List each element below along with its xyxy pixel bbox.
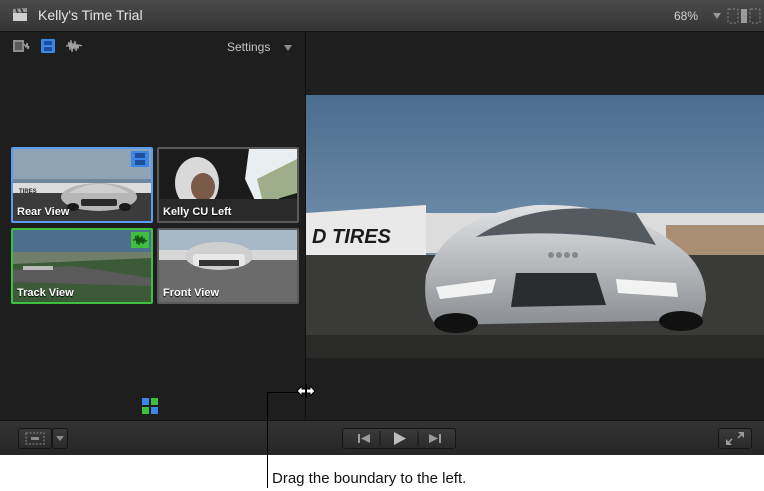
- layout-menu-button[interactable]: [52, 428, 68, 449]
- next-edit-icon[interactable]: [429, 434, 441, 443]
- angle-layout-button[interactable]: [18, 428, 52, 449]
- audio-only-icon[interactable]: [65, 38, 83, 54]
- angle-bank-icon[interactable]: [142, 398, 158, 414]
- angle-tile-kelly-cu-left[interactable]: Kelly CU Left: [157, 147, 299, 223]
- fullscreen-button[interactable]: [718, 428, 752, 449]
- angle-toolbar: Settings: [0, 32, 305, 60]
- layout-icon: [25, 432, 45, 445]
- angle-label: Rear View: [17, 206, 70, 218]
- previous-edit-icon[interactable]: [358, 434, 370, 443]
- video-only-icon[interactable]: [39, 38, 57, 54]
- zoom-level[interactable]: 68%: [674, 9, 698, 23]
- angle-label: Track View: [17, 287, 74, 299]
- angle-tile-front-view[interactable]: Front View: [157, 228, 299, 304]
- settings-menu[interactable]: Settings: [227, 40, 270, 54]
- viewer-bottom-bar: [0, 420, 764, 455]
- viewer-frame: D TIRES: [306, 95, 764, 358]
- angle-tile-rear-view[interactable]: TIRES Rear View: [11, 147, 153, 223]
- video-audio-switch-icon[interactable]: [12, 38, 30, 54]
- filmstrip-icon: [131, 151, 149, 167]
- clapperboard-icon: [13, 8, 27, 21]
- fullscreen-icon: [726, 432, 744, 445]
- chevron-down-icon: [56, 436, 64, 441]
- view-options-icon[interactable]: [726, 7, 764, 25]
- waveform-icon: [131, 232, 149, 248]
- angle-viewer-window: Kelly's Time Trial 68% Settings TIRES Re…: [0, 0, 764, 455]
- svg-text:D TIRES: D TIRES: [312, 226, 392, 248]
- window-title: Kelly's Time Trial: [38, 7, 143, 23]
- callout-caption: Drag the boundary to the left.: [272, 470, 467, 487]
- play-icon[interactable]: [394, 432, 406, 445]
- angle-label: Kelly CU Left: [163, 206, 232, 218]
- resize-cursor-icon: [296, 384, 316, 398]
- viewer: D TIRES: [306, 32, 764, 420]
- transport-controls: [342, 428, 456, 449]
- angle-label: Front View: [163, 287, 220, 299]
- svg-text:TIRES: TIRES: [19, 189, 37, 195]
- angle-tile-track-view[interactable]: Track View: [11, 228, 153, 304]
- angle-panel: Settings TIRES Rear View Kelly CU Left T…: [0, 32, 306, 420]
- transport-icons: [358, 431, 441, 446]
- chevron-down-icon[interactable]: [713, 13, 721, 19]
- title-bar: Kelly's Time Trial 68%: [0, 0, 764, 32]
- chevron-down-icon[interactable]: [284, 45, 292, 51]
